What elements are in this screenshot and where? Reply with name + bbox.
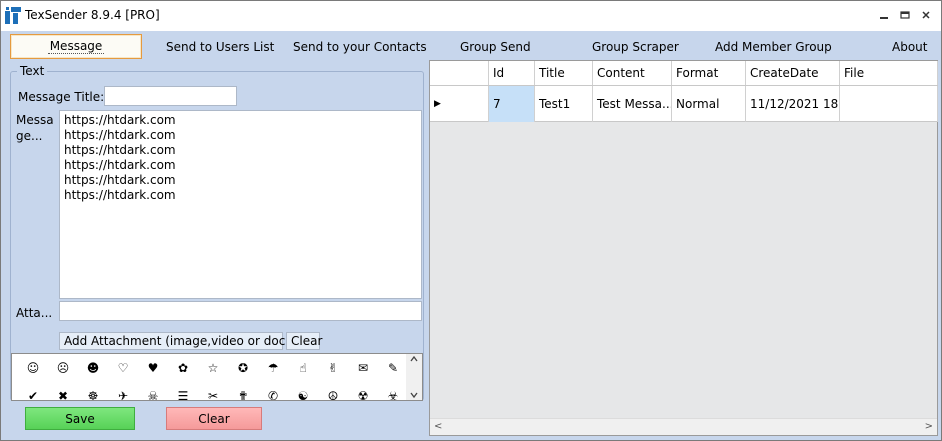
app-logo-icon — [5, 7, 21, 24]
message-panel: Text Message Title: Messa ge... https://… — [8, 64, 426, 435]
chevron-down-icon[interactable] — [409, 390, 419, 400]
emoji-heart-outline-icon[interactable]: ♡ — [108, 361, 138, 375]
emoji-cross-icon[interactable]: ✖ — [48, 389, 78, 400]
emoji-smile-black-icon[interactable]: ☻ — [78, 361, 108, 375]
message-textarea[interactable]: https://htdark.com https://htdark.com ht… — [59, 110, 422, 299]
table-row[interactable]: ▶ 7 Test1 Test Messa... Normal 11/12/202… — [430, 86, 938, 122]
minimize-icon — [880, 17, 888, 19]
tab-message-label: Message — [47, 39, 105, 54]
tab-add-member-group[interactable]: Add Member Group — [715, 40, 832, 58]
message-line: https://htdark.com — [64, 143, 176, 157]
main-window: TexSender 8.9.4 [PRO] Message Send to Us… — [0, 0, 942, 441]
emoji-sun-icon[interactable]: ✪ — [228, 361, 258, 375]
message-title-input[interactable] — [104, 86, 237, 106]
emoji-radioactive-icon[interactable]: ☢ — [348, 389, 378, 400]
save-button[interactable]: Save — [25, 407, 135, 430]
window-title: TexSender 8.9.4 [PRO] — [25, 8, 160, 22]
message-line: https://htdark.com — [64, 188, 176, 202]
message-title-label: Message Title: — [18, 90, 105, 104]
restore-icon — [900, 11, 910, 19]
chevron-up-icon[interactable] — [409, 354, 419, 364]
message-line: https://htdark.com — [64, 128, 176, 142]
emoji-plane-icon[interactable]: ✈ — [108, 389, 138, 400]
emoji-scissors-icon[interactable]: ✂ — [198, 389, 228, 400]
emoji-trigram-icon[interactable]: ☰ — [168, 389, 198, 400]
emoji-pencil-icon[interactable]: ✎ — [378, 361, 408, 375]
emoji-phone-icon[interactable]: ✆ — [258, 389, 288, 400]
clear-button[interactable]: Clear — [166, 407, 262, 430]
emoji-envelope-icon[interactable]: ✉ — [348, 361, 378, 375]
tab-about[interactable]: About — [892, 40, 927, 58]
message-label-line1: Messa — [16, 113, 54, 127]
emoji-cross-latin-icon[interactable]: ✟ — [228, 389, 258, 400]
cell-title[interactable]: Test1 — [535, 86, 593, 122]
emoji-umbrella-icon[interactable]: ☂ — [258, 361, 288, 375]
emoji-row: ☺ ☹ ☻ ♡ ♥ ✿ ☆ ✪ ☂ ☝ ✌ ✉ ✎ — [12, 354, 408, 382]
grid-header-indicator — [430, 61, 489, 85]
emoji-flower-icon[interactable]: ✿ — [168, 361, 198, 375]
message-label-line2: ge... — [16, 129, 43, 143]
emoji-wheel-icon[interactable]: ☸ — [78, 389, 108, 400]
emoji-check-icon[interactable]: ✔ — [18, 389, 48, 400]
emoji-frown-icon[interactable]: ☹ — [48, 361, 78, 375]
grid-header-content[interactable]: Content — [593, 61, 672, 85]
title-bar: TexSender 8.9.4 [PRO] — [1, 1, 941, 31]
cell-content[interactable]: Test Messa... — [593, 86, 672, 122]
message-line: https://htdark.com — [64, 158, 176, 172]
attachment-label: Atta... — [16, 306, 53, 320]
emoji-smile-icon[interactable]: ☺ — [18, 361, 48, 375]
tab-message[interactable]: Message — [10, 34, 142, 59]
emoji-yin-yang-icon[interactable]: ☯ — [288, 389, 318, 400]
message-line: https://htdark.com — [64, 113, 176, 127]
attachment-input[interactable] — [59, 301, 422, 321]
emoji-biohazard-icon[interactable]: ☣ — [378, 389, 408, 400]
text-groupbox: Text Message Title: Messa ge... https://… — [10, 64, 424, 401]
tab-group-scraper[interactable]: Group Scraper — [592, 40, 679, 58]
messages-grid: Id Title Content Format CreateDate File … — [429, 60, 938, 436]
cell-format[interactable]: Normal — [672, 86, 746, 122]
emoji-scrollbar[interactable] — [406, 354, 422, 400]
grid-header-createdate[interactable]: CreateDate — [746, 61, 840, 85]
message-line: https://htdark.com — [64, 173, 176, 187]
emoji-skull-icon[interactable]: ☠ — [138, 389, 168, 400]
cell-createdate[interactable]: 11/12/2021 18... — [746, 86, 840, 122]
minimize-button[interactable] — [875, 7, 893, 23]
clear-attachment-button[interactable]: Clear — [286, 332, 322, 350]
tab-send-to-users-list[interactable]: Send to Users List — [166, 40, 274, 58]
grid-header: Id Title Content Format CreateDate File — [430, 61, 938, 86]
tab-group-send[interactable]: Group Send — [460, 40, 531, 58]
cell-id[interactable]: 7 — [489, 86, 535, 122]
horizontal-scrollbar[interactable]: < > — [430, 418, 937, 435]
close-button[interactable] — [917, 7, 935, 23]
restore-button[interactable] — [896, 7, 914, 23]
grid-header-format[interactable]: Format — [672, 61, 746, 85]
scroll-left-icon[interactable]: < — [434, 421, 442, 432]
emoji-picker: ☺ ☹ ☻ ♡ ♥ ✿ ☆ ✪ ☂ ☝ ✌ ✉ ✎ ✔ ✖ ☸ ✈ ☠ ☰ ✂ … — [11, 353, 423, 401]
emoji-victory-hand-icon[interactable]: ✌ — [318, 361, 348, 375]
scroll-right-icon[interactable]: > — [925, 421, 933, 432]
grid-header-id[interactable]: Id — [489, 61, 535, 85]
text-group-legend: Text — [17, 64, 48, 78]
grid-header-title[interactable]: Title — [535, 61, 593, 85]
add-attachment-button[interactable]: Add Attachment (image,video or doc... — [59, 332, 297, 350]
emoji-point-up-icon[interactable]: ☝ — [288, 361, 318, 375]
grid-header-file[interactable]: File — [840, 61, 938, 85]
close-icon — [922, 11, 930, 19]
emoji-star-icon[interactable]: ☆ — [198, 361, 228, 375]
row-indicator-icon: ▶ — [430, 86, 489, 122]
tab-send-to-contacts[interactable]: Send to your Contacts — [293, 40, 427, 58]
emoji-heart-icon[interactable]: ♥ — [138, 361, 168, 375]
emoji-peace-icon[interactable]: ☮ — [318, 389, 348, 400]
emoji-row: ✔ ✖ ☸ ✈ ☠ ☰ ✂ ✟ ✆ ☯ ☮ ☢ ☣ — [12, 382, 408, 400]
cell-file[interactable] — [840, 86, 938, 122]
